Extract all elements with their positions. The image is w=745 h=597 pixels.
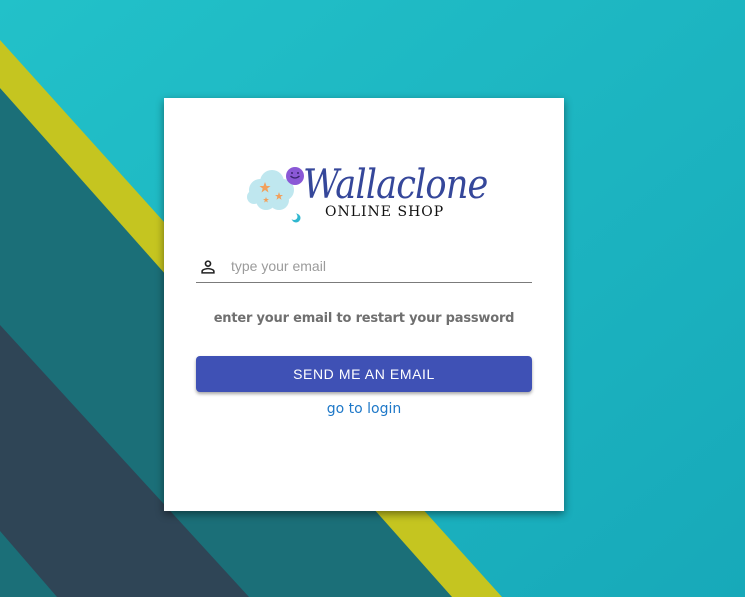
email-input[interactable] (231, 254, 527, 278)
cloud-stars-icon (247, 167, 304, 223)
logo-subtitle: ONLINE SHOP (325, 204, 445, 220)
logo: Wallaclone ONLINE SHOP (244, 162, 488, 224)
go-to-login-link[interactable]: go to login (164, 401, 564, 417)
email-field (196, 252, 532, 283)
person-icon (201, 260, 215, 274)
send-email-button[interactable]: SEND ME AN EMAIL (196, 356, 532, 392)
reset-password-card: Wallaclone ONLINE SHOP enter your email … (164, 98, 564, 511)
helper-text: enter your email to restart your passwor… (213, 311, 515, 326)
logo-title: Wallaclone (303, 162, 488, 208)
